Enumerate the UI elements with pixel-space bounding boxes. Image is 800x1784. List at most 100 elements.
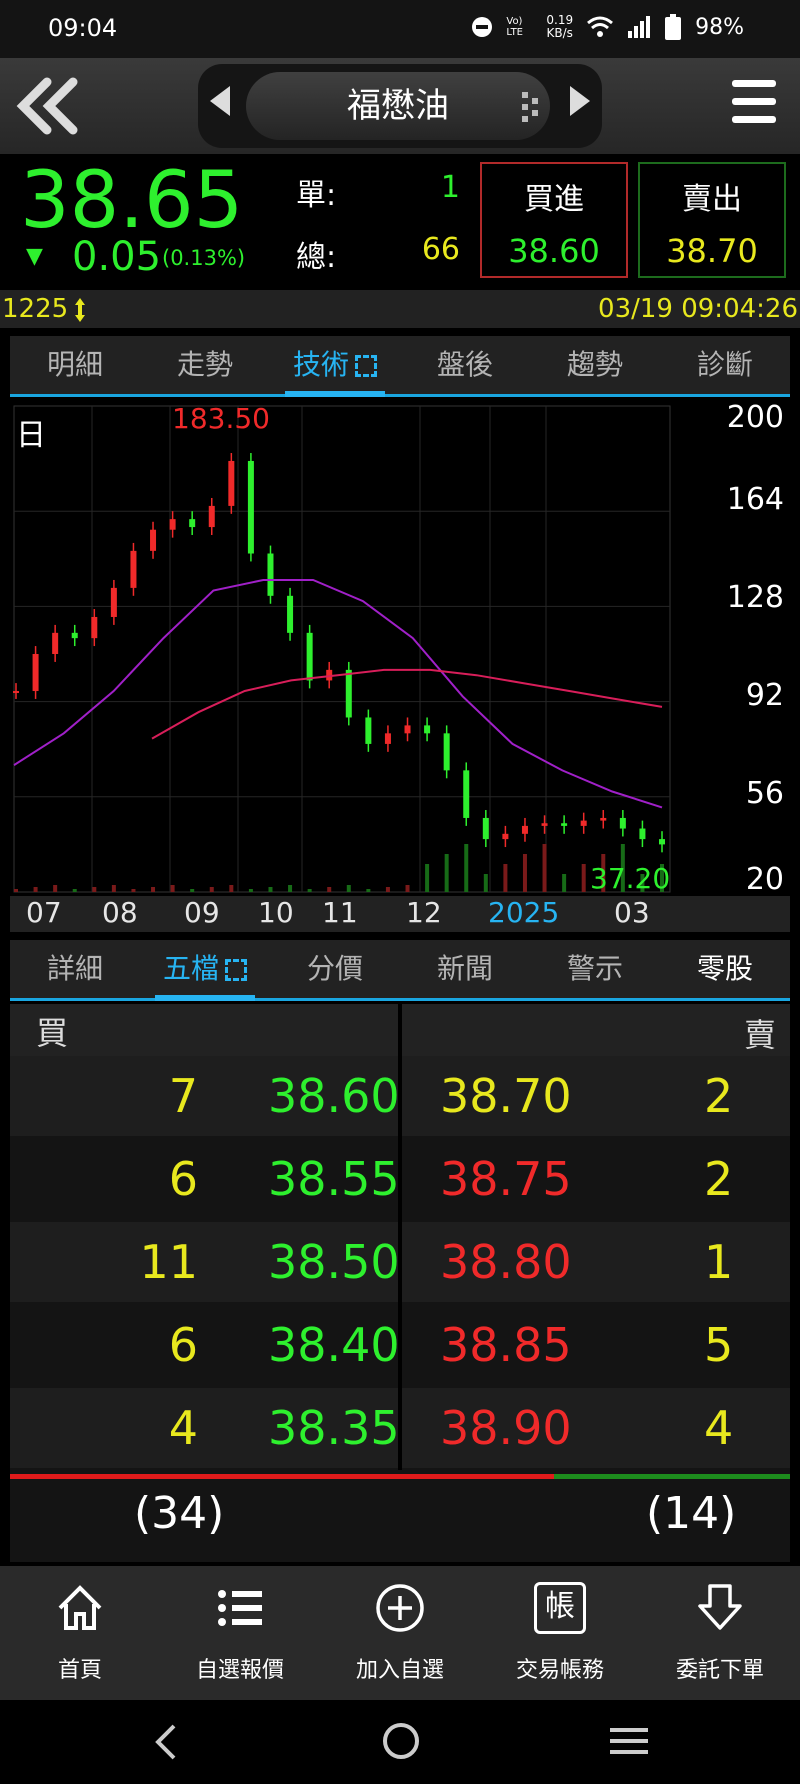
- ask-qty: 4: [704, 1401, 734, 1455]
- dnd-icon: [472, 17, 493, 37]
- sell-label: 賣出: [682, 182, 742, 217]
- sell-header: 賣: [743, 1016, 776, 1054]
- tab-five-levels[interactable]: 五檔: [140, 940, 270, 1001]
- candle-body: [541, 823, 548, 826]
- volume-bar: [229, 885, 234, 892]
- tab-odd-lot[interactable]: 零股: [660, 940, 790, 998]
- x-tick-label: 09: [184, 896, 220, 929]
- ask-price: 38.70: [440, 1069, 572, 1123]
- candlestick-chart[interactable]: 日 183.50 37.20 200 164 128 92 56 20 07 0…: [10, 400, 790, 932]
- volume-bar: [14, 889, 18, 892]
- last-price: 38.65: [20, 156, 244, 246]
- price-change: 0.05: [72, 234, 162, 280]
- volume-bar: [92, 887, 97, 892]
- status-bar: 09:04 Vo) LTE 0.19 KB/s 98%: [0, 0, 800, 58]
- volume-bar: [33, 887, 38, 892]
- ask-price: 38.90: [440, 1401, 572, 1455]
- drag-handle-icon[interactable]: [522, 92, 542, 122]
- bid-qty: 4: [168, 1401, 198, 1455]
- volume-bar: [405, 885, 410, 892]
- volume-bar: [53, 885, 58, 892]
- nav-trading-account[interactable]: 帳 交易帳務: [480, 1566, 640, 1700]
- candle-body: [208, 505, 215, 528]
- candle-body: [463, 770, 470, 818]
- volume-bar: [288, 885, 293, 892]
- ask-qty: 5: [704, 1318, 734, 1372]
- tab-alerts[interactable]: 警示: [530, 940, 660, 998]
- candle-body: [521, 825, 528, 834]
- tab-news[interactable]: 新聞: [400, 940, 530, 998]
- bid-price: 38.40: [268, 1318, 400, 1372]
- tab-price-volume[interactable]: 分價: [270, 940, 400, 998]
- candle-body: [13, 691, 19, 694]
- tab-technical[interactable]: 技術: [270, 336, 400, 397]
- candle-body: [443, 733, 450, 771]
- candle-body: [189, 519, 196, 528]
- ask-qty: 2: [704, 1069, 734, 1123]
- nav-label: 交易帳務: [515, 1658, 604, 1683]
- nav-add-watchlist[interactable]: 加入自選: [320, 1566, 480, 1700]
- volume-bar: [385, 887, 390, 892]
- status-icons: Vo) LTE 0.19 KB/s 98%: [472, 14, 744, 40]
- candle-body: [404, 725, 411, 734]
- wifi-icon: [587, 16, 614, 37]
- volume-bar: [170, 885, 175, 892]
- stock-name[interactable]: 福懋油: [246, 72, 550, 140]
- single-volume-value: 1: [440, 170, 460, 205]
- net-speed: 0.19 KB/s: [546, 13, 574, 40]
- x-tick-label: 08: [102, 896, 138, 929]
- home-icon: [58, 1585, 102, 1630]
- volume-bar: [444, 854, 449, 892]
- nav-label: 加入自選: [355, 1658, 444, 1683]
- volume-bar: [562, 874, 567, 892]
- order-arrow-icon: [698, 1584, 742, 1630]
- clock: 09:04: [48, 14, 118, 42]
- home-circle-icon[interactable]: [382, 1722, 420, 1760]
- tab-detail[interactable]: 明細: [10, 336, 140, 394]
- tab-trend[interactable]: 趨勢: [530, 336, 660, 394]
- order-book: 買 賣 7 38.60 38.70 2 6 38.55 38.75 2 11 38.50 38.80…: [10, 1004, 790, 1562]
- candle-body: [365, 717, 372, 744]
- back-button[interactable]: [8, 64, 86, 148]
- total-volume-label: 總:: [296, 240, 337, 275]
- fullscreen-icon[interactable]: [355, 355, 377, 377]
- next-stock-button[interactable]: [570, 86, 590, 116]
- ask-total: (14): [646, 1488, 737, 1539]
- volume-bar: [327, 887, 332, 892]
- candle-body: [482, 817, 489, 840]
- menu-icon[interactable]: [732, 80, 778, 126]
- candle-body: [580, 820, 587, 826]
- volume-bar: [111, 885, 116, 892]
- bid-qty: 6: [168, 1152, 198, 1206]
- tab-diagnosis[interactable]: 診斷: [660, 336, 790, 394]
- bottom-nav: 首頁 自選報價 加入自選 帳 交易帳務 委託下單: [0, 1566, 800, 1700]
- plot-frame: [13, 405, 671, 893]
- recents-icon[interactable]: [610, 1726, 648, 1756]
- tab-after-hours[interactable]: 盤後: [400, 336, 530, 394]
- updown-arrow-icon: [75, 298, 85, 322]
- period-label: 日: [16, 418, 46, 453]
- volume-bar: [425, 864, 430, 892]
- nav-watchlist[interactable]: 自選報價: [160, 1566, 320, 1700]
- back-icon[interactable]: [154, 1724, 180, 1760]
- prev-stock-button[interactable]: [210, 86, 230, 116]
- quote-panel: 38.65 ▼ 0.05 (0.13%) 單: 1 總: 66 買進 38.60…: [0, 154, 800, 290]
- y-tick-label: 20: [745, 862, 784, 897]
- x-tick-label: 07: [26, 896, 62, 929]
- nav-place-order[interactable]: 委託下單: [640, 1566, 800, 1700]
- candle-body: [52, 632, 59, 654]
- info-row: 1225 03/19 09:04:26: [0, 290, 800, 328]
- double-chevron-left-icon: [16, 77, 78, 135]
- candle-body: [502, 833, 509, 840]
- nav-home[interactable]: 首頁: [0, 1566, 160, 1700]
- battery-level: 98%: [695, 14, 744, 40]
- fullscreen-icon[interactable]: [225, 959, 247, 981]
- volume-bar: [346, 885, 351, 892]
- y-tick-label: 92: [745, 678, 784, 713]
- sell-button[interactable]: 賣出 38.70: [638, 162, 786, 278]
- volume-bar: [248, 889, 253, 892]
- bid-ratio-bar: [10, 1474, 554, 1479]
- tab-details[interactable]: 詳細: [10, 940, 140, 998]
- tab-trend-intraday[interactable]: 走勢: [140, 336, 270, 394]
- buy-button[interactable]: 買進 38.60: [480, 162, 628, 278]
